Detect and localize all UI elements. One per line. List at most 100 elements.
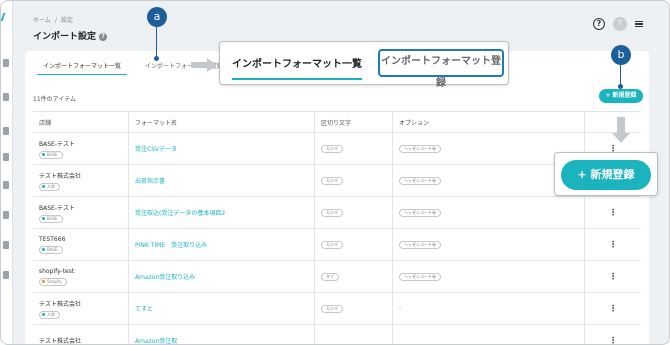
option-pill: ヘッダレコード有 bbox=[399, 240, 441, 249]
option-cell: ヘッダレコード有 bbox=[393, 261, 585, 292]
actions-cell: ⋮ bbox=[585, 325, 641, 344]
table-row[interactable]: テスト株式会社 Amazon受注取 ⋮ bbox=[33, 325, 641, 344]
badge-dot-icon bbox=[42, 279, 45, 283]
format-name-link[interactable]: Amazon受注取り込み bbox=[135, 272, 314, 281]
format-name-link[interactable]: 出荷指示書 bbox=[135, 176, 314, 185]
table-row[interactable]: テスト株式会社大原出荷指示書カンマヘッダレコード有⋮ bbox=[33, 165, 641, 197]
table-body: BASE-テスト BASE 受注CSVデータ カンマ ヘッダレコード有 ⋮ テスト株式会社大… bbox=[33, 133, 641, 344]
store-badge-label: BASE bbox=[47, 151, 58, 157]
menu-icon[interactable] bbox=[635, 21, 643, 27]
zoomed-tab-format-list[interactable]: インポートフォーマット一覧 bbox=[232, 55, 362, 80]
sidebar-icon-7[interactable] bbox=[3, 241, 9, 249]
kebab-menu-icon[interactable]: ⋮ bbox=[609, 240, 617, 249]
zoomed-new-register-button[interactable]: + 新規登録 bbox=[561, 160, 651, 190]
option-empty: - bbox=[399, 305, 402, 312]
format-name-link[interactable]: PINK TIME 受注取り込み bbox=[135, 240, 314, 249]
callout-b-line bbox=[620, 65, 621, 85]
kebab-menu-icon[interactable]: ⋮ bbox=[609, 336, 617, 344]
delimiter-pill: カンマ bbox=[321, 144, 343, 153]
kebab-menu-icon[interactable]: ⋮ bbox=[609, 208, 617, 217]
format-name-link[interactable]: 受注CSVデータ bbox=[135, 144, 314, 153]
format-cell: PINK TIME 受注取り込み bbox=[129, 229, 315, 260]
breadcrumb-separator: / bbox=[54, 17, 57, 24]
store-cell: テスト株式会社 bbox=[33, 325, 129, 344]
option-pill: ヘッダレコード有 bbox=[399, 272, 441, 281]
store-badge-label: BASE bbox=[47, 246, 58, 252]
format-cell: 受注CSVデータ bbox=[129, 133, 315, 164]
arrow-down-icon bbox=[612, 117, 630, 143]
delimiter-cell: タブ bbox=[315, 261, 393, 292]
sidebar-icon-3[interactable] bbox=[3, 127, 9, 135]
zoomed-tab-format-register[interactable]: インポートフォーマット登録 bbox=[378, 49, 504, 89]
header-format-name: フォーマット名 bbox=[129, 112, 315, 132]
delimiter-cell: カンマ bbox=[315, 197, 393, 228]
zoomed-new-button-panel: + 新規登録 bbox=[554, 152, 658, 196]
format-name-link[interactable]: てすと bbox=[135, 304, 314, 313]
kebab-menu-icon[interactable]: ⋮ bbox=[609, 304, 617, 313]
option-pill: ヘッダレコード有 bbox=[399, 176, 441, 185]
format-cell: てすと bbox=[129, 293, 315, 324]
sidebar-icon-6[interactable] bbox=[3, 211, 9, 219]
new-register-button[interactable]: + 新規登録 bbox=[599, 89, 643, 103]
table-row[interactable]: shopify-test Shopify Amazon受注取り込み タブ ヘッダレコード… bbox=[33, 261, 641, 293]
breadcrumb: ホーム / 設定 bbox=[33, 15, 77, 24]
sidebar-icon-4[interactable] bbox=[3, 153, 9, 161]
header-delimiter: 区切り文字 bbox=[315, 112, 393, 132]
tab-format-list[interactable]: インポートフォーマット一覧 bbox=[37, 59, 128, 75]
arrow-right-icon bbox=[191, 58, 217, 72]
format-cell: Amazon受注取 bbox=[129, 325, 315, 344]
delimiter-pill: カンマ bbox=[321, 176, 343, 185]
format-cell: 出荷指示書 bbox=[129, 165, 315, 196]
option-cell: ヘッダレコード有 bbox=[393, 229, 585, 260]
format-table: 店舗 フォーマット名 区切り文字 オプション BASE-テスト BASE 受注CSV… bbox=[33, 111, 641, 344]
store-badge-label: 大原 bbox=[47, 311, 55, 317]
store-badge-label: BASE bbox=[47, 215, 58, 221]
delimiter-cell: カンマ bbox=[315, 165, 393, 196]
format-cell: Amazon受注取り込み bbox=[129, 261, 315, 292]
badge-dot-icon bbox=[42, 184, 45, 188]
page-title: インポート設定? bbox=[33, 29, 108, 42]
delimiter-cell: カンマ bbox=[315, 293, 393, 324]
store-cell: テスト株式会社 大原 bbox=[33, 165, 129, 196]
sidebar-icon-2[interactable] bbox=[3, 93, 9, 101]
badge-dot-icon bbox=[42, 312, 45, 316]
delimiter-pill: カンマ bbox=[321, 240, 343, 249]
table-row[interactable]: テスト株式会社 大原 てすと カンマ - ⋮ bbox=[33, 293, 641, 325]
callout-a: a bbox=[147, 7, 167, 27]
actions-cell: ⋮ bbox=[585, 229, 641, 260]
delimiter-pill: カンマ bbox=[321, 208, 343, 217]
option-pill: ヘッダレコード有 bbox=[399, 208, 441, 217]
format-name-link[interactable]: 受注取込(受注データの基本項目2 bbox=[135, 208, 314, 217]
header-store: 店舗 bbox=[33, 112, 129, 132]
sidebar-icon-1[interactable] bbox=[3, 59, 9, 67]
option-cell: - bbox=[393, 293, 585, 324]
kebab-menu-icon[interactable]: ⋮ bbox=[609, 272, 617, 281]
store-badge: 大原 bbox=[39, 182, 60, 191]
store-cell: TEST666 BASE bbox=[33, 229, 129, 260]
delimiter-cell bbox=[315, 325, 393, 344]
question-icon[interactable]: ? bbox=[593, 18, 605, 30]
sidebar-icon-8[interactable] bbox=[3, 271, 9, 279]
format-name-link[interactable]: Amazon受注取 bbox=[135, 336, 314, 344]
avatar[interactable]: T bbox=[613, 17, 627, 31]
app-window: ホーム / 設定 インポート設定? ? T インポートフォーマット一覧 インポートフ… bbox=[0, 0, 670, 345]
sidebar-icon-5[interactable] bbox=[3, 181, 9, 189]
actions-cell: ⋮ bbox=[585, 293, 641, 324]
badge-dot-icon bbox=[42, 247, 45, 251]
badge-dot-icon bbox=[42, 152, 45, 156]
table-row[interactable]: TEST666 BASE PINK TIME 受注取り込み カンマ ヘッダレコード有 ⋮ bbox=[33, 229, 641, 261]
help-icon[interactable]: ? bbox=[99, 33, 108, 41]
store-name: BASE-テスト bbox=[39, 204, 75, 212]
delimiter-pill: カンマ bbox=[321, 304, 343, 313]
table-row[interactable]: BASE-テスト BASE 受注CSVデータ カンマ ヘッダレコード有 ⋮ bbox=[33, 133, 641, 165]
store-badge: Shopify bbox=[39, 277, 67, 286]
table-row[interactable]: BASE-テスト BASE 受注取込(受注データの基本項目2 カンマ ヘッダレコード有 ⋮ bbox=[33, 197, 641, 229]
badge-dot-icon bbox=[42, 216, 45, 220]
callout-a-line bbox=[156, 27, 157, 57]
breadcrumb-home[interactable]: ホーム bbox=[33, 17, 51, 24]
header-actions: ? T bbox=[593, 17, 643, 31]
actions-cell: ⋮ bbox=[585, 197, 641, 228]
option-cell: ヘッダレコード有 bbox=[393, 197, 585, 228]
table-header: 店舗 フォーマット名 区切り文字 オプション bbox=[33, 111, 641, 133]
store-name: shopify-test bbox=[39, 267, 75, 275]
